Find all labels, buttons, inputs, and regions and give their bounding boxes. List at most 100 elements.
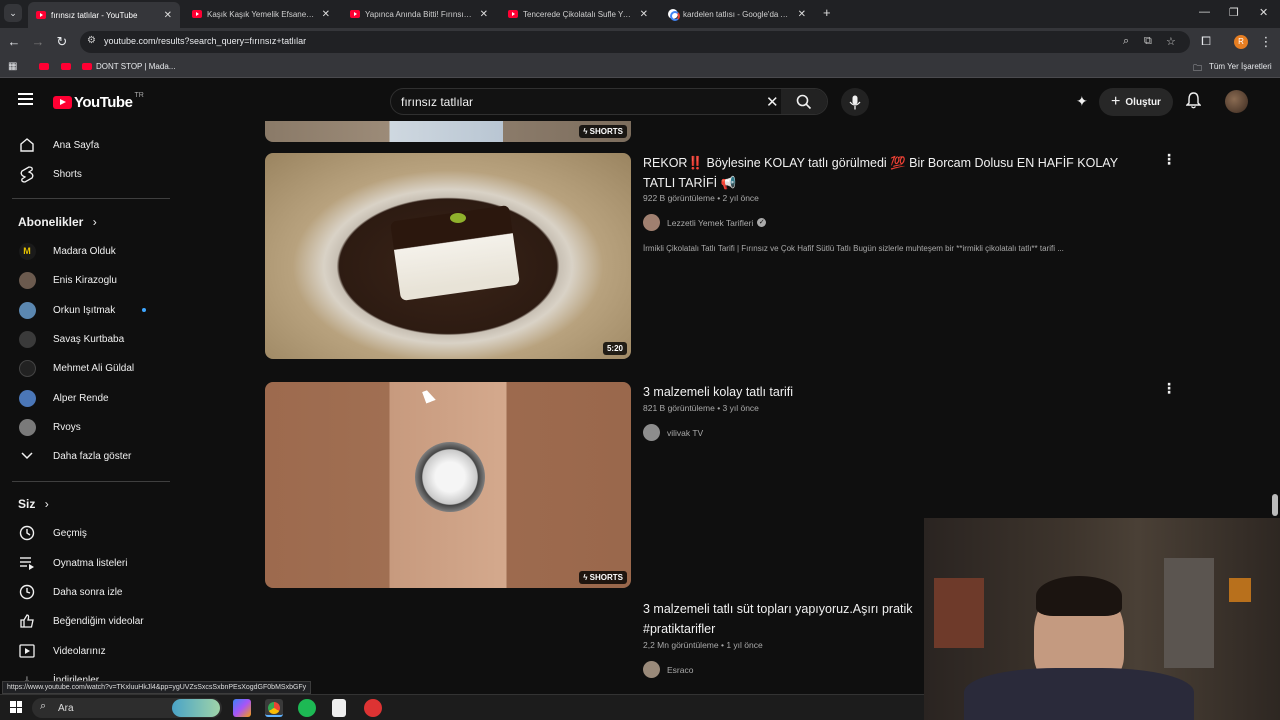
youtube-favicon-icon (192, 10, 202, 18)
close-tab-icon[interactable]: ✕ (640, 9, 648, 20)
all-bookmarks[interactable]: Tüm Yer İşaretleri (1209, 62, 1272, 71)
taskbar-search[interactable]: ⌕ Ara (32, 698, 222, 718)
channel-link[interactable]: vilivak TV (643, 424, 703, 441)
search-input[interactable] (401, 95, 741, 109)
zoom-icon[interactable]: ⌕ (1123, 35, 1129, 48)
omnibox[interactable]: ⚙ youtube.com/results?search_query=fırın… (80, 31, 1190, 53)
back-arrow-icon[interactable]: ← (6, 34, 22, 49)
youtube-favicon-icon (36, 11, 46, 19)
profile-avatar[interactable]: R (1234, 35, 1248, 49)
new-tab-plus-icon[interactable]: + (823, 5, 831, 20)
site-info-icon[interactable]: ⚙ (87, 35, 96, 46)
person-hair (1036, 576, 1122, 616)
search-button[interactable] (781, 89, 827, 114)
close-tab-icon[interactable]: ✕ (480, 9, 488, 20)
sidebar-item-shorts[interactable]: Shorts (0, 160, 170, 188)
channel-avatar (18, 359, 36, 377)
show-more-button[interactable]: Daha fazla göster (0, 442, 170, 470)
plus-icon: + (1111, 93, 1121, 110)
sparkle-create-icon[interactable]: ✦ (1076, 93, 1088, 110)
url-text[interactable]: youtube.com/results?search_query=fırınsı… (104, 36, 306, 46)
shorts-icon (18, 165, 36, 183)
youtube-favicon-icon (350, 10, 360, 18)
sidebar-item-playlists[interactable]: Oynatma listeleri (0, 549, 170, 577)
channel-avatar (18, 271, 36, 289)
shelf (1164, 558, 1214, 668)
sidebar-item-your-videos[interactable]: Videolarınız (0, 637, 170, 665)
video-title[interactable]: 3 malzemeli kolay tatlı tarifi (643, 382, 793, 402)
youtube-logo[interactable]: YouTube TR (53, 92, 144, 111)
video-title[interactable]: REKOR‼️ Böylesine KOLAY tatlı görülmedi … (643, 153, 1143, 193)
chevron-right-icon: › (92, 215, 97, 229)
tab-4[interactable]: kardelen tatlısı - Google'da Ara ✕ (660, 4, 814, 24)
tab-1[interactable]: Kaşık Kaşık Yemelik Efsane Tatlı ✕ (184, 4, 338, 24)
chrome-menu-icon[interactable]: ⋮ (1258, 34, 1274, 50)
sidebar-item-subscription[interactable]: M Madara Olduk (0, 237, 170, 265)
thumbs-up-icon (18, 612, 36, 630)
notifications-bell-icon[interactable] (1185, 92, 1202, 114)
you-heading[interactable]: Siz › (18, 497, 49, 511)
page-scrollbar-thumb[interactable] (1272, 494, 1278, 516)
hamburger-menu-icon[interactable] (18, 93, 33, 105)
reload-icon[interactable]: ↻ (54, 34, 70, 50)
more-options-icon[interactable]: ⋮ (1162, 380, 1176, 397)
voice-search-button[interactable] (841, 88, 869, 116)
youtube-sidebar: Ana Sayfa Shorts Abonelikler › M Madara … (0, 121, 170, 686)
sidebar-item-subscription[interactable]: Alper Rende (0, 384, 170, 412)
window-close-icon[interactable]: ✕ (1259, 6, 1268, 19)
bookmark-dont-stop[interactable]: DONT STOP | Mada... (96, 62, 175, 71)
tab-0[interactable]: fırınsız tatlılar - YouTube ✕ (28, 2, 180, 28)
close-tab-icon[interactable]: ✕ (164, 10, 172, 21)
sidebar-item-subscription[interactable]: Mehmet Ali Güldal (0, 354, 170, 382)
sidebar-item-home[interactable]: Ana Sayfa (0, 131, 170, 159)
channel-avatar (18, 330, 36, 348)
sidebar-item-history[interactable]: Geçmiş (0, 519, 170, 547)
sidebar-item-subscription[interactable]: Orkun Işıtmak (0, 296, 170, 324)
address-bar-row: ← → ↻ ⚙ youtube.com/results?search_query… (0, 28, 1280, 56)
playlists-icon (18, 554, 36, 572)
sidebar-divider (12, 481, 170, 482)
video-thumbnail[interactable]: 5:20 (265, 153, 631, 359)
extensions-puzzle-icon[interactable]: ⧠ (1198, 34, 1214, 49)
bookmark-youtube-icon[interactable] (61, 63, 71, 70)
folder-icon: 🗀 (1193, 63, 1203, 73)
sidebar-item-subscription[interactable]: Rvoys (0, 413, 170, 441)
sidebar-item-subscription[interactable]: Enis Kirazoglu (0, 266, 170, 294)
close-tab-icon[interactable]: ✕ (798, 9, 806, 20)
sidebar-item-subscription[interactable]: Savaş Kurtbaba (0, 325, 170, 353)
bookmark-star-icon[interactable]: ☆ (1166, 35, 1176, 48)
chevron-right-icon: › (44, 497, 49, 511)
create-button[interactable]: + Oluştur (1099, 88, 1173, 116)
more-options-icon[interactable]: ⋮ (1162, 151, 1176, 168)
sidebar-item-watch-later[interactable]: Daha sonra izle (0, 578, 170, 606)
search-highlight-image (172, 699, 220, 717)
channel-link[interactable]: Lezzetli Yemek Tarifleri ✓ (643, 214, 767, 231)
chrome-taskbar-icon[interactable] (265, 699, 283, 717)
restore-icon[interactable]: ❐ (1229, 6, 1239, 19)
copilot-icon[interactable] (233, 699, 251, 717)
channel-avatar: M (18, 242, 36, 260)
channel-link[interactable]: Esraco (643, 661, 693, 678)
tab-3[interactable]: Tencerede Çikolatalı Sufle Yapm ✕ (500, 4, 656, 24)
windows-start-icon[interactable] (10, 701, 22, 713)
cast-icon[interactable]: ⧉ (1144, 35, 1152, 48)
minimize-icon[interactable]: — (1199, 6, 1210, 18)
apps-grid-icon[interactable]: ▦ (8, 61, 17, 72)
subscriptions-heading[interactable]: Abonelikler › (18, 215, 97, 229)
spotify-icon[interactable] (298, 699, 316, 717)
notepad-icon[interactable] (332, 699, 346, 717)
video-title[interactable]: 3 malzemeli tatlı süt topları yapıyoruz.… (643, 599, 933, 639)
tab-2[interactable]: Yapınca Anında Bitti! Fırınsız La ✕ (342, 4, 496, 24)
google-favicon-icon (668, 9, 680, 21)
shorts-badge: ϟ SHORTS (579, 125, 627, 138)
video-thumbnail[interactable]: ϟ SHORTS (265, 121, 631, 142)
obs-icon[interactable] (364, 699, 382, 717)
bookmark-youtube-icon[interactable] (39, 63, 49, 70)
sidebar-item-liked-videos[interactable]: Beğendiğim videolar (0, 607, 170, 635)
video-thumbnail[interactable]: ϟ SHORTS (265, 382, 631, 588)
user-avatar[interactable] (1225, 90, 1248, 113)
tab-search-chevron-icon[interactable]: ⌄ (4, 4, 22, 22)
forward-arrow-icon[interactable]: → (30, 34, 46, 49)
close-tab-icon[interactable]: ✕ (322, 9, 330, 20)
clear-search-icon[interactable]: ✕ (766, 93, 779, 111)
